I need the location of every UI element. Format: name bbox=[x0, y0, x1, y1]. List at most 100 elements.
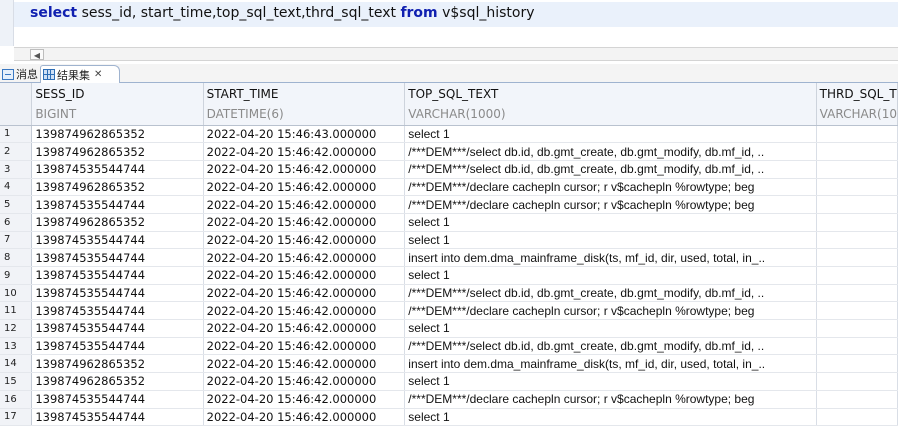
cell-top-sql-text[interactable]: select 1 bbox=[404, 266, 817, 285]
cell-thrd-sql-text[interactable] bbox=[816, 125, 898, 144]
cell-sess-id[interactable]: 139874962865352 bbox=[31, 142, 204, 161]
row-number[interactable]: 12 bbox=[0, 319, 33, 338]
editor-horizontal-scrollbar[interactable]: ◀ bbox=[14, 47, 898, 61]
cell-start-time[interactable]: 2022-04-20 15:46:42.000000 bbox=[203, 195, 406, 214]
column-header-top-sql-text[interactable]: TOP_SQL_TEXT bbox=[404, 83, 817, 104]
cell-start-time[interactable]: 2022-04-20 15:46:42.000000 bbox=[203, 266, 406, 285]
cell-top-sql-text[interactable]: insert into dem.dma_mainframe_disk(ts, m… bbox=[404, 248, 817, 267]
table-row[interactable]: 16 139874535544744 2022-04-20 15:46:42.000… bbox=[0, 390, 898, 409]
row-number[interactable]: 15 bbox=[0, 372, 33, 391]
column-header-sess-id[interactable]: SESS_ID bbox=[31, 83, 204, 104]
table-row[interactable]: 13 139874535544744 2022-04-20 15:46:42.000… bbox=[0, 337, 898, 356]
cell-top-sql-text[interactable]: select 1 bbox=[404, 408, 817, 427]
result-grid[interactable]: SESS_ID START_TIME TOP_SQL_TEXT THRD_SQL… bbox=[0, 83, 898, 438]
cell-sess-id[interactable]: 139874535544744 bbox=[31, 337, 204, 356]
table-row[interactable]: 15 139874962865352 2022-04-20 15:46:42.000… bbox=[0, 372, 898, 391]
cell-sess-id[interactable]: 139874962865352 bbox=[31, 354, 204, 374]
cell-top-sql-text[interactable]: /***DEM***/select db.id, db.gmt_create, … bbox=[404, 284, 817, 303]
cell-thrd-sql-text[interactable] bbox=[816, 284, 898, 303]
cell-sess-id[interactable]: 139874962865352 bbox=[31, 125, 204, 144]
tab-result-set[interactable]: 结果集 ✕ bbox=[40, 65, 120, 83]
cell-start-time[interactable]: 2022-04-20 15:46:42.000000 bbox=[203, 160, 406, 179]
row-number[interactable]: 16 bbox=[0, 390, 33, 409]
cell-thrd-sql-text[interactable] bbox=[816, 142, 898, 161]
cell-thrd-sql-text[interactable] bbox=[816, 178, 898, 197]
table-row[interactable]: 9 139874535544744 2022-04-20 15:46:42.0000… bbox=[0, 266, 898, 285]
cell-thrd-sql-text[interactable] bbox=[816, 301, 898, 321]
table-row[interactable]: 7 139874535544744 2022-04-20 15:46:42.0000… bbox=[0, 231, 898, 250]
cell-start-time[interactable]: 2022-04-20 15:46:42.000000 bbox=[203, 231, 406, 250]
sql-editor[interactable]: select sess_id, start_time,top_sql_text,… bbox=[0, 0, 898, 46]
table-row[interactable]: 6 139874962865352 2022-04-20 15:46:42.0000… bbox=[0, 213, 898, 232]
cell-sess-id[interactable]: 139874535544744 bbox=[31, 408, 204, 427]
cell-sess-id[interactable]: 139874962865352 bbox=[31, 178, 204, 197]
cell-start-time[interactable]: 2022-04-20 15:46:42.000000 bbox=[203, 390, 406, 409]
table-row[interactable]: 1 139874962865352 2022-04-20 15:46:43.0000… bbox=[0, 125, 898, 144]
sql-statement[interactable]: select sess_id, start_time,top_sql_text,… bbox=[30, 5, 535, 21]
cell-thrd-sql-text[interactable] bbox=[816, 248, 898, 267]
cell-sess-id[interactable]: 139874535544744 bbox=[31, 301, 204, 321]
cell-thrd-sql-text[interactable] bbox=[816, 354, 898, 374]
cell-top-sql-text[interactable]: /***DEM***/select db.id, db.gmt_create, … bbox=[404, 142, 817, 161]
table-row[interactable]: 12 139874535544744 2022-04-20 15:46:42.000… bbox=[0, 319, 898, 338]
close-tab-icon[interactable]: ✕ bbox=[94, 69, 102, 80]
cell-top-sql-text[interactable]: select 1 bbox=[404, 319, 817, 338]
cell-start-time[interactable]: 2022-04-20 15:46:42.000000 bbox=[203, 408, 406, 427]
cell-sess-id[interactable]: 139874535544744 bbox=[31, 266, 204, 285]
row-number[interactable]: 3 bbox=[0, 160, 33, 179]
cell-start-time[interactable]: 2022-04-20 15:46:42.000000 bbox=[203, 354, 406, 374]
table-row[interactable]: 17 139874535544744 2022-04-20 15:46:42.000… bbox=[0, 408, 898, 427]
cell-sess-id[interactable]: 139874962865352 bbox=[31, 372, 204, 391]
cell-thrd-sql-text[interactable] bbox=[816, 266, 898, 285]
column-header-thrd-sql-text[interactable]: THRD_SQL_T bbox=[816, 83, 898, 104]
row-number[interactable]: 13 bbox=[0, 337, 33, 356]
cell-start-time[interactable]: 2022-04-20 15:46:42.000000 bbox=[203, 248, 406, 267]
cell-thrd-sql-text[interactable] bbox=[816, 319, 898, 338]
cell-start-time[interactable]: 2022-04-20 15:46:42.000000 bbox=[203, 301, 406, 321]
scroll-left-arrow-icon[interactable]: ◀ bbox=[30, 49, 44, 60]
row-number[interactable]: 8 bbox=[0, 248, 33, 267]
cell-start-time[interactable]: 2022-04-20 15:46:42.000000 bbox=[203, 284, 406, 303]
row-number[interactable]: 4 bbox=[0, 178, 33, 197]
row-number[interactable]: 2 bbox=[0, 142, 33, 161]
cell-sess-id[interactable]: 139874535544744 bbox=[31, 390, 204, 409]
cell-sess-id[interactable]: 139874535544744 bbox=[31, 195, 204, 214]
row-number[interactable]: 6 bbox=[0, 213, 33, 232]
cell-sess-id[interactable]: 139874535544744 bbox=[31, 319, 204, 338]
cell-top-sql-text[interactable]: insert into dem.dma_mainframe_disk(ts, m… bbox=[404, 354, 817, 374]
row-number[interactable]: 1 bbox=[0, 125, 33, 144]
cell-top-sql-text[interactable]: /***DEM***/declare cachepln cursor; r v$… bbox=[404, 178, 817, 197]
cell-thrd-sql-text[interactable] bbox=[816, 213, 898, 232]
cell-top-sql-text[interactable]: /***DEM***/select db.id, db.gmt_create, … bbox=[404, 160, 817, 179]
cell-start-time[interactable]: 2022-04-20 15:46:42.000000 bbox=[203, 319, 406, 338]
table-row[interactable]: 4 139874962865352 2022-04-20 15:46:42.0000… bbox=[0, 178, 898, 197]
cell-top-sql-text[interactable]: select 1 bbox=[404, 213, 817, 232]
cell-start-time[interactable]: 2022-04-20 15:46:42.000000 bbox=[203, 213, 406, 232]
cell-sess-id[interactable]: 139874535544744 bbox=[31, 160, 204, 179]
table-row[interactable]: 10 139874535544744 2022-04-20 15:46:42.000… bbox=[0, 284, 898, 303]
table-row[interactable]: 8 139874535544744 2022-04-20 15:46:42.0000… bbox=[0, 248, 898, 267]
table-row[interactable]: 3 139874535544744 2022-04-20 15:46:42.0000… bbox=[0, 160, 898, 179]
cell-top-sql-text[interactable]: select 1 bbox=[404, 372, 817, 391]
table-row[interactable]: 2 139874962865352 2022-04-20 15:46:42.0000… bbox=[0, 142, 898, 161]
cell-thrd-sql-text[interactable] bbox=[816, 160, 898, 179]
table-row[interactable]: 14 139874962865352 2022-04-20 15:46:42.000… bbox=[0, 354, 898, 374]
cell-top-sql-text[interactable]: select 1 bbox=[404, 125, 817, 144]
row-header-corner[interactable] bbox=[0, 83, 33, 104]
cell-start-time[interactable]: 2022-04-20 15:46:43.000000 bbox=[203, 125, 406, 144]
row-number[interactable]: 17 bbox=[0, 408, 33, 427]
cell-start-time[interactable]: 2022-04-20 15:46:42.000000 bbox=[203, 337, 406, 356]
cell-thrd-sql-text[interactable] bbox=[816, 337, 898, 356]
cell-thrd-sql-text[interactable] bbox=[816, 372, 898, 391]
cell-top-sql-text[interactable]: /***DEM***/declare cachepln cursor; r v$… bbox=[404, 195, 817, 214]
cell-top-sql-text[interactable]: /***DEM***/declare cachepln cursor; r v$… bbox=[404, 390, 817, 409]
cell-sess-id[interactable]: 139874535544744 bbox=[31, 231, 204, 250]
table-row[interactable]: 5 139874535544744 2022-04-20 15:46:42.0000… bbox=[0, 195, 898, 214]
cell-thrd-sql-text[interactable] bbox=[816, 195, 898, 214]
row-number[interactable]: 10 bbox=[0, 284, 33, 303]
cell-thrd-sql-text[interactable] bbox=[816, 408, 898, 427]
cell-thrd-sql-text[interactable] bbox=[816, 390, 898, 409]
tab-messages[interactable]: 消息 bbox=[2, 65, 40, 83]
column-header-start-time[interactable]: START_TIME bbox=[203, 83, 406, 104]
row-number[interactable]: 14 bbox=[0, 354, 33, 374]
